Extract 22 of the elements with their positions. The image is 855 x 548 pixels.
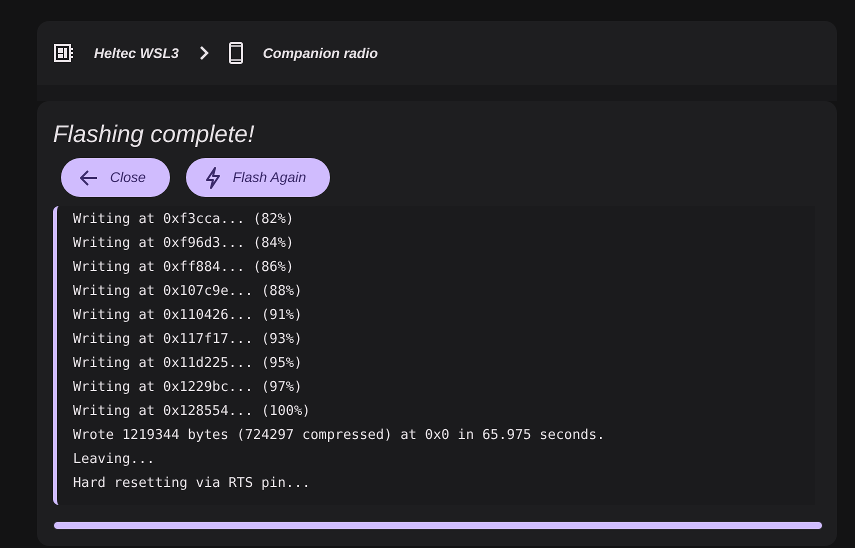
log-line: Writing at 0xff884... (86%) <box>73 258 295 277</box>
log-line: Writing at 0x117f17... (93%) <box>73 330 304 349</box>
log-line: Writing at 0xf3cca... (82%) <box>73 210 295 229</box>
phone-icon <box>228 42 243 64</box>
log-line: Leaving... <box>73 450 156 469</box>
log-line: Writing at 0xf96d3... (84%) <box>73 234 295 253</box>
flash-again-button[interactable]: Flash Again <box>186 158 330 197</box>
dialog-title: Flashing complete! <box>53 120 256 150</box>
close-button[interactable]: Close <box>61 158 170 197</box>
arrow-left-icon <box>80 170 98 186</box>
log-line: Writing at 0x110426... (91%) <box>73 306 304 325</box>
lightning-icon <box>204 166 221 188</box>
log-line: Writing at 0x11d225... (95%) <box>73 354 304 373</box>
log-line: Writing at 0x107c9e... (88%) <box>73 282 304 301</box>
log-line: Writing at 0x1229bc... (97%) <box>73 378 304 397</box>
chip-icon <box>54 44 74 62</box>
log-line: Wrote 1219344 bytes (724297 compressed) at 0x0 in 65.975 seconds. <box>73 426 606 445</box>
chevron-right-icon <box>198 46 209 60</box>
log-line: Hard resetting via RTS pin... <box>73 474 312 493</box>
breadcrumb-item[interactable]: Heltec WSL3 <box>94 42 179 64</box>
breadcrumb-item[interactable]: Companion radio <box>262 42 378 64</box>
log-line: Writing at 0x128554... (100%) <box>73 402 312 421</box>
